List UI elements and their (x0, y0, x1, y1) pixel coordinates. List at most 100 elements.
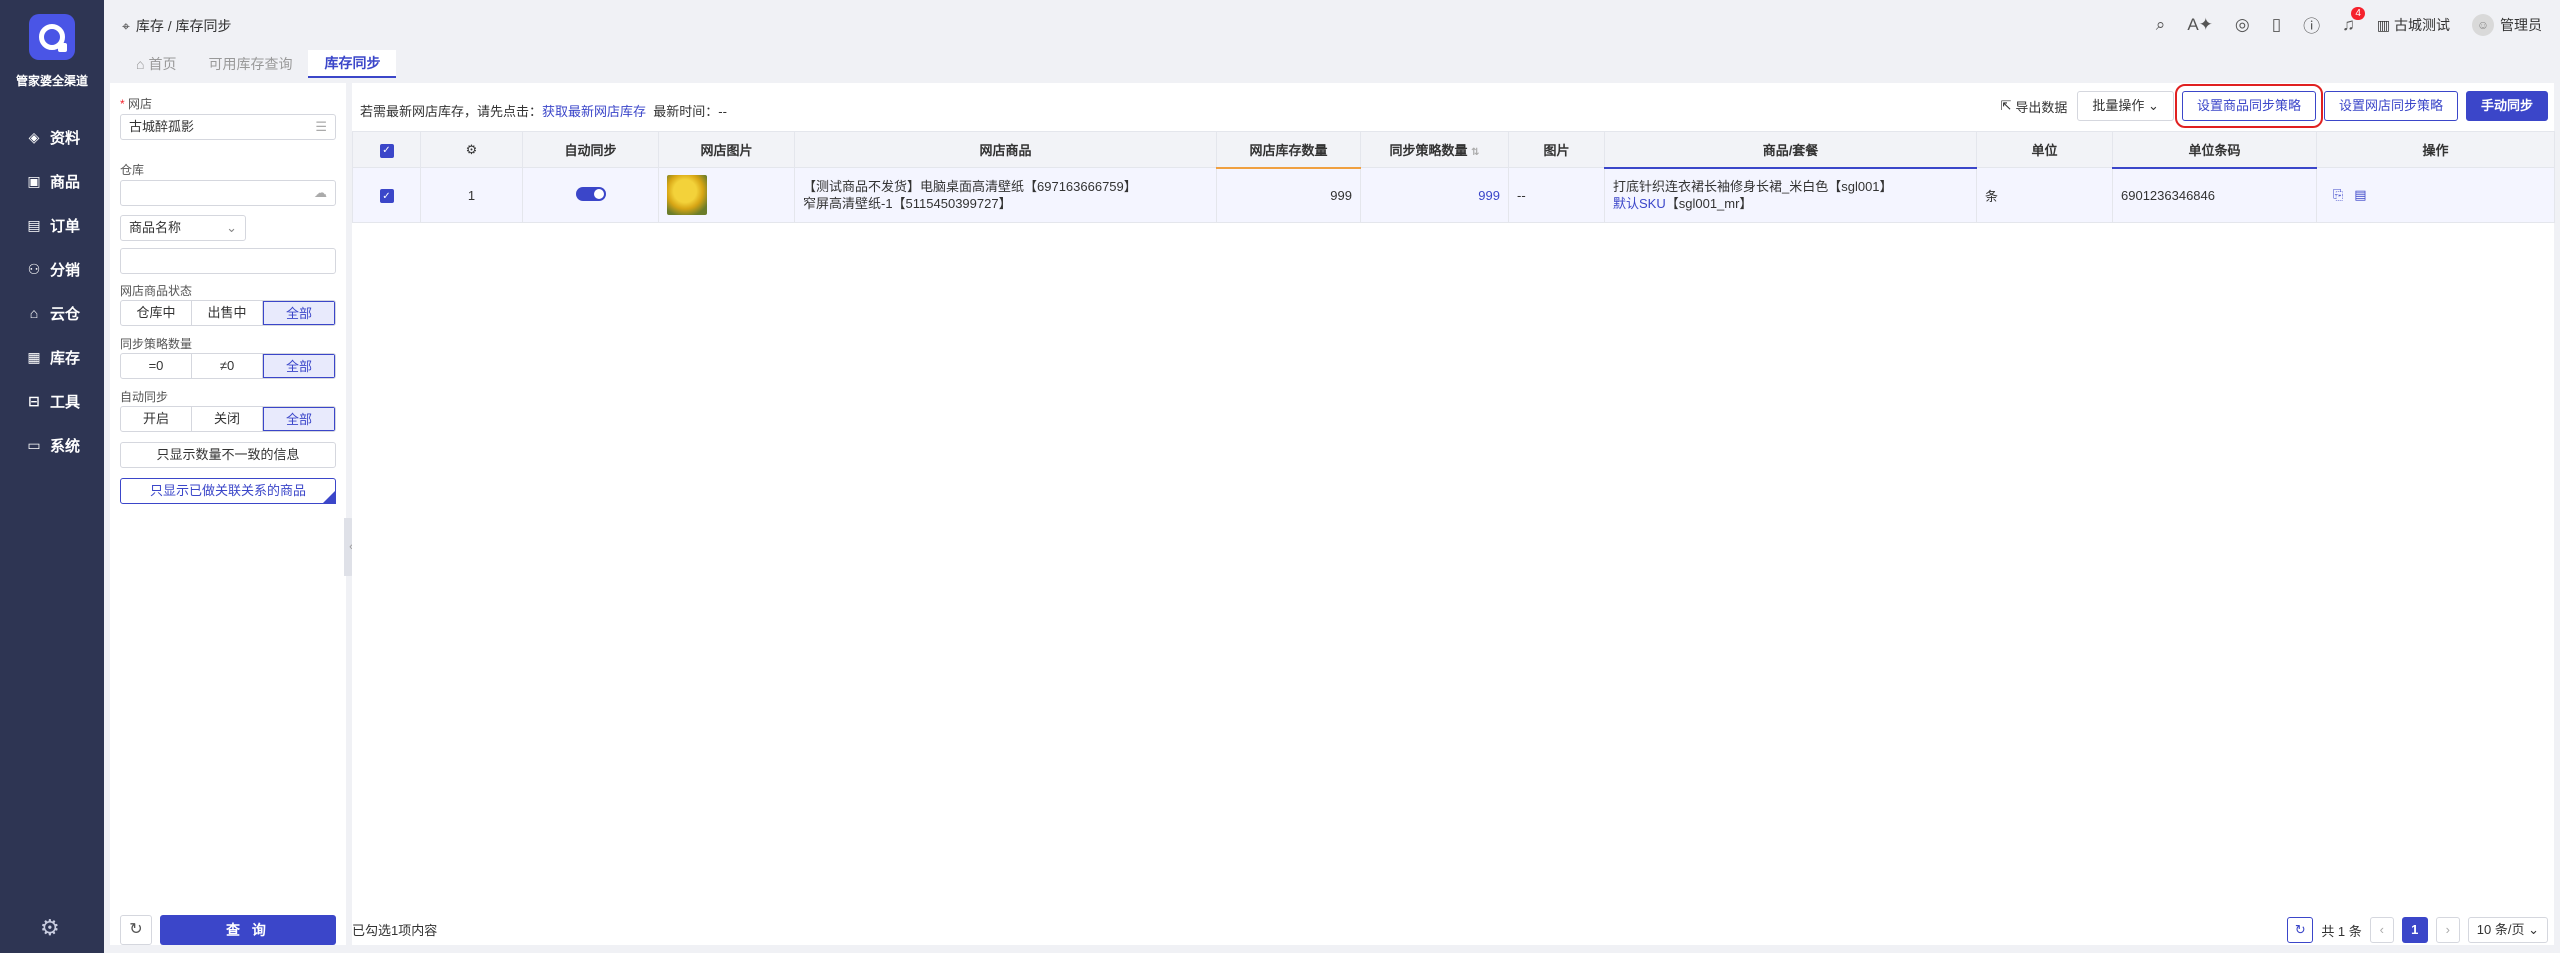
tab-label: 可用库存查询 (208, 56, 293, 72)
book-icon[interactable]: ▯ (2272, 15, 2281, 35)
strategy-all[interactable]: 全部 (263, 354, 335, 378)
prev-page-button[interactable]: ‹ (2369, 917, 2394, 943)
company-switch[interactable]: ▥ 古城测试 (2377, 15, 2450, 35)
ai-icon[interactable]: A✦ (2187, 15, 2213, 35)
layers-icon: ◈ (28, 128, 40, 145)
building-icon: ▥ (2376, 16, 2394, 33)
strategy-nonzero[interactable]: ≠0 (192, 354, 263, 378)
cloud-icon: ☁ (314, 185, 327, 200)
sidebar-item-tools[interactable]: ⊟ 工具 (0, 379, 104, 423)
chevron-down-icon: ⌄ (226, 220, 237, 235)
shop-select[interactable]: 古城醉孤影 ☰ (120, 114, 336, 140)
help-icon[interactable]: ⓘ (2303, 12, 2320, 37)
autosync-all[interactable]: 全部 (263, 407, 335, 431)
sidebar-item-label: 云仓 (50, 305, 81, 323)
status-segment: 仓库中 出售中 全部 (120, 300, 336, 326)
sidebar-item-system[interactable]: ▭ 系统 (0, 423, 104, 467)
user-menu[interactable]: ☺ 管理员 (2472, 13, 2542, 36)
status-in-warehouse[interactable]: 仓库中 (121, 301, 192, 325)
brand-name: 管家婆全渠道 (15, 74, 88, 88)
logo[interactable] (29, 14, 75, 60)
sidebar-item-inventory[interactable]: ▦ 库存 (0, 335, 104, 379)
query-button[interactable]: 查 询 (160, 915, 336, 945)
shop-product: 【测试商品不发货】电脑桌面高清壁纸【697163666759】 窄屏高清壁纸-1【… (794, 167, 1217, 223)
main-content: 若需最新网店库存，请先点击：获取最新网店库存 最新时间：-- ⇱ 导出数据 批量操… (352, 83, 2555, 945)
sidebar-item-orders[interactable]: ▤ 订单 (0, 203, 104, 247)
shop-value: 古城醉孤影 (129, 119, 195, 134)
manual-sync-button[interactable]: 手动同步 (2465, 91, 2548, 121)
row-actions: ⎘ ▤ (2316, 167, 2555, 223)
autosync-on[interactable]: 开启 (121, 407, 192, 431)
autosync-off[interactable]: 关闭 (192, 407, 263, 431)
sidebar-item-distribution[interactable]: ⚇ 分销 (0, 247, 104, 291)
set-shop-strategy-button[interactable]: 设置网店同步策略 (2323, 91, 2458, 121)
status-on-sale[interactable]: 出售中 (192, 301, 263, 325)
search-icon[interactable]: ⌕ (2156, 15, 2166, 35)
status-all[interactable]: 全部 (263, 301, 335, 325)
batch-operation-dropdown[interactable]: 批量操作 ⌄ (2077, 91, 2174, 121)
column-header-sortable[interactable]: 同步策略数量 ⇅ (1360, 131, 1509, 168)
document-icon[interactable]: ▤ (2354, 187, 2366, 202)
table-row[interactable]: ✓ 1 【测试商品不发货】电脑桌面高清壁纸【697163666759】 窄屏高清壁… (352, 167, 2555, 223)
table-header-row: ✓ ⚙ 自动同步 网店图片 网店商品 网店库存数量 同步策略数量 ⇅ 图片 商品… (352, 131, 2555, 169)
tab-stock-sync[interactable]: 库存同步 (308, 50, 397, 78)
home-icon: ⌂ (136, 56, 145, 72)
select-all-checkbox[interactable]: ✓ (352, 131, 421, 168)
column-header: 单位条码 (2112, 131, 2317, 169)
settings-gear-icon[interactable]: ⚙ (40, 915, 60, 941)
check-corner-icon (322, 490, 336, 504)
product-thumbnail (667, 175, 707, 215)
next-page-button[interactable]: › (2435, 917, 2460, 943)
only-mismatch-toggle[interactable]: 只显示数量不一致的信息 (120, 442, 336, 468)
current-page[interactable]: 1 (2401, 917, 2428, 943)
goods-image: -- (1508, 167, 1605, 223)
reset-button[interactable]: ↻ (120, 915, 152, 945)
headset-icon[interactable]: ◎ (2235, 15, 2250, 35)
column-header: 自动同步 (522, 131, 659, 168)
column-header: 商品/套餐 (1604, 131, 1977, 169)
warehouse-select[interactable]: ☁ (120, 180, 336, 206)
strategy-qty[interactable]: 999 (1360, 167, 1509, 223)
only-linked-toggle[interactable]: 只显示已做关联关系的商品 (120, 478, 336, 504)
product-search-input[interactable] (120, 248, 336, 274)
product-field-select[interactable]: 商品名称 ⌄ (120, 215, 246, 241)
total-count: 共 1 条 (2321, 923, 2362, 939)
filter-panel: * 网店 古城醉孤影 ☰ 仓库 ☁ 商品名称 ⌄ 网店商品状态 仓库中 出售中 全部… (110, 83, 346, 945)
tab-home[interactable]: ⌂ 首页 (120, 50, 192, 78)
column-header: 操作 (2316, 131, 2555, 168)
refresh-icon[interactable]: ↻ (2287, 917, 2314, 943)
copy-icon[interactable]: ⎘ (2333, 187, 2343, 202)
goods-name: 打底针织连衣裙长袖修身长裙_米白色【sgl001】 (1613, 179, 1893, 195)
shop-stock: 999 (1216, 167, 1361, 223)
unit: 条 (1976, 167, 2113, 223)
fetch-latest-stock-link[interactable]: 获取最新网店库存 (542, 104, 646, 119)
sort-icon: ⇅ (1471, 147, 1480, 158)
status-label: 网店商品状态 (120, 284, 193, 298)
autosync-label: 自动同步 (120, 390, 169, 404)
sidebar-item-goods[interactable]: ▣ 商品 (0, 159, 104, 203)
tab-available-stock[interactable]: 可用库存查询 (192, 50, 308, 78)
barcode: 6901236346846 (2112, 167, 2317, 223)
set-product-strategy-button[interactable]: 设置商品同步策略 (2174, 84, 2323, 128)
breadcrumb-text: 库存 / 库存同步 (135, 18, 232, 34)
notification-badge: 4 (2351, 6, 2365, 20)
box-icon: ▣ (27, 172, 41, 189)
distribution-icon: ⚇ (27, 260, 41, 277)
sidebar-item-cloud-warehouse[interactable]: ⌂ 云仓 (0, 291, 104, 335)
bell-icon[interactable]: ♫ 4 (2342, 6, 2365, 35)
column-settings-icon[interactable]: ⚙ (420, 131, 523, 168)
sidebar-item-label: 订单 (50, 217, 81, 235)
column-header: 单位 (1976, 131, 2113, 168)
autosync-segment: 开启 关闭 全部 (120, 406, 336, 432)
page-size-select[interactable]: 10 条/页 ⌄ (2467, 917, 2548, 943)
goods-sku-link[interactable]: 默认SKU (1613, 196, 1666, 211)
shop-image (658, 167, 795, 223)
top-header: ⌖ 库存 / 库存同步 ⌕ A✦ ◎ ▯ ⓘ ♫ 4 ▥ 古城测试 ☺ 管理员 (104, 0, 2560, 48)
row-checkbox[interactable]: ✓ (352, 167, 421, 223)
auto-sync-toggle[interactable] (522, 167, 659, 223)
sidebar-item-data[interactable]: ◈ 资料 (0, 115, 104, 159)
toolbar: 若需最新网店库存，请先点击：获取最新网店库存 最新时间：-- ⇱ 导出数据 批量操… (352, 83, 2554, 131)
export-button[interactable]: ⇱ 导出数据 (2000, 97, 2067, 116)
warehouse-label: 仓库 (120, 163, 145, 177)
strategy-zero[interactable]: =0 (121, 354, 192, 378)
